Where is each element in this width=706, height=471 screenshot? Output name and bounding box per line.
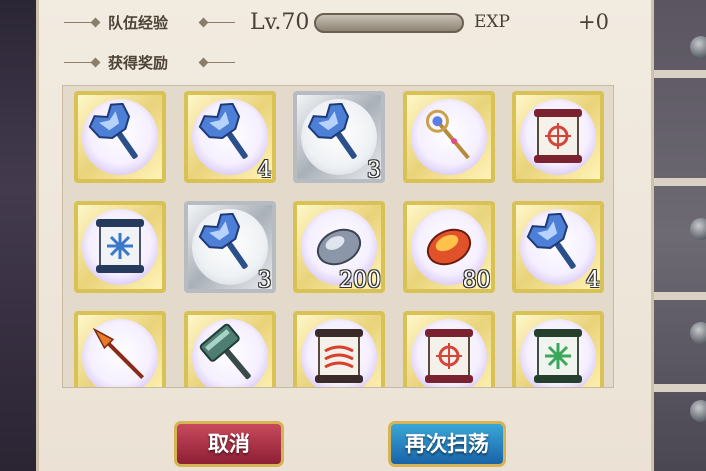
reward-item[interactable] [512,311,604,387]
item-count: 4 [586,268,600,293]
crystal-hammer-icon [88,103,138,159]
reward-item[interactable] [293,311,385,387]
exp-progress-bar [314,13,464,33]
crystal-hammer-icon [198,103,248,159]
reward-item[interactable] [74,91,166,183]
jeweled-staff-icon [425,109,470,160]
crystal-hammer-icon [198,213,248,269]
team-exp-title: 队伍经验 [108,14,169,32]
item-count: 200 [339,268,381,293]
reward-item[interactable]: 3 [183,201,276,293]
crystal-hammer-icon [526,213,576,269]
reward-item[interactable]: 4 [512,201,604,293]
bead-icon [690,322,706,344]
reward-item[interactable]: 4 [183,91,276,183]
reward-item[interactable]: 80 [402,201,495,293]
cancel-button[interactable]: 取消 [174,421,284,467]
item-count: 3 [367,158,381,183]
item-count: 3 [257,268,272,293]
reward-item[interactable] [74,311,166,387]
red-scroll-icon [424,329,473,383]
background-left [0,0,40,471]
war-hammer-icon [199,323,251,380]
bead-icon [690,36,706,58]
reward-item[interactable] [183,311,276,387]
red-swirl-scroll-icon [315,329,363,383]
reward-item[interactable] [402,91,495,183]
crystal-hammer-icon [307,103,357,159]
rewards-title: 获得奖励 [108,54,169,72]
green-scroll-icon [534,329,582,383]
reward-item[interactable]: 200 [293,201,385,293]
exp-label: EXP [474,12,510,32]
exp-gain: +0 [578,10,609,34]
reward-item[interactable] [402,311,495,387]
bead-icon [690,218,706,240]
flame-spear-icon [92,327,145,380]
item-count: 80 [462,268,491,293]
item-count: 4 [257,158,272,183]
reward-item[interactable] [512,91,604,183]
reward-item[interactable]: 3 [293,91,385,183]
bead-icon [690,400,706,422]
blue-scroll-icon [96,219,144,273]
red-scroll-icon [534,109,582,163]
header-ornament [207,62,235,63]
header-ornament [207,22,235,23]
sweep-again-button[interactable]: 再次扫荡 [388,421,506,467]
reward-grid: 4 3 3 200 80 4 [62,85,614,388]
reward-item[interactable] [74,201,166,293]
team-level: Lv.70 [250,10,310,35]
